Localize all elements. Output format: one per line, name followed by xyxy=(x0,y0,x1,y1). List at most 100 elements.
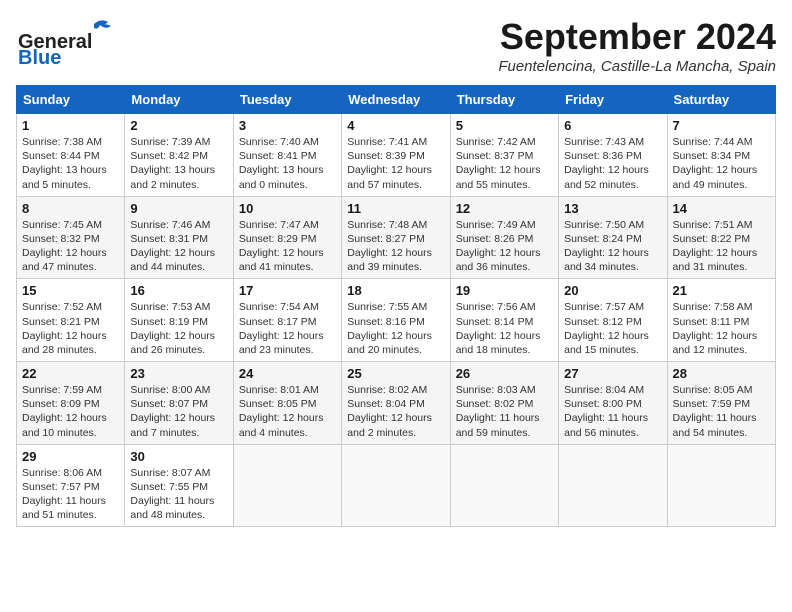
sunrise-label: Sunrise: 7:54 AM xyxy=(239,301,319,313)
calendar-cell: 15 Sunrise: 7:52 AM Sunset: 8:21 PM Dayl… xyxy=(17,279,125,362)
calendar-cell: 2 Sunrise: 7:39 AM Sunset: 8:42 PM Dayli… xyxy=(125,114,233,197)
calendar-cell: 28 Sunrise: 8:05 AM Sunset: 7:59 PM Dayl… xyxy=(667,362,775,445)
sunset-label: Sunset: 8:41 PM xyxy=(239,150,317,162)
day-number: 28 xyxy=(673,366,770,381)
day-info: Sunrise: 7:50 AM Sunset: 8:24 PM Dayligh… xyxy=(564,218,661,275)
sunrise-label: Sunrise: 8:04 AM xyxy=(564,384,644,396)
daylight-label: Daylight: 12 hours and 31 minutes. xyxy=(673,247,758,273)
calendar-cell: 18 Sunrise: 7:55 AM Sunset: 8:16 PM Dayl… xyxy=(342,279,450,362)
sunset-label: Sunset: 8:12 PM xyxy=(564,316,642,328)
day-number: 8 xyxy=(22,201,119,216)
sunrise-label: Sunrise: 7:40 AM xyxy=(239,136,319,148)
day-info: Sunrise: 7:51 AM Sunset: 8:22 PM Dayligh… xyxy=(673,218,770,275)
day-number: 24 xyxy=(239,366,336,381)
sunrise-label: Sunrise: 7:49 AM xyxy=(456,219,536,231)
day-number: 5 xyxy=(456,118,553,133)
sunrise-label: Sunrise: 7:56 AM xyxy=(456,301,536,313)
daylight-label: Daylight: 12 hours and 18 minutes. xyxy=(456,330,541,356)
calendar-table: SundayMondayTuesdayWednesdayThursdayFrid… xyxy=(16,85,776,527)
calendar-cell: 26 Sunrise: 8:03 AM Sunset: 8:02 PM Dayl… xyxy=(450,362,558,445)
sunrise-label: Sunrise: 8:00 AM xyxy=(130,384,210,396)
sunset-label: Sunset: 8:24 PM xyxy=(564,233,642,245)
sunset-label: Sunset: 8:27 PM xyxy=(347,233,425,245)
daylight-label: Daylight: 12 hours and 55 minutes. xyxy=(456,164,541,190)
sunset-label: Sunset: 8:09 PM xyxy=(22,398,100,410)
daylight-label: Daylight: 12 hours and 7 minutes. xyxy=(130,412,215,438)
day-info: Sunrise: 7:43 AM Sunset: 8:36 PM Dayligh… xyxy=(564,135,661,192)
day-number: 3 xyxy=(239,118,336,133)
logo-text: General Blue xyxy=(16,16,126,69)
sunrise-label: Sunrise: 8:07 AM xyxy=(130,467,210,479)
day-info: Sunrise: 7:49 AM Sunset: 8:26 PM Dayligh… xyxy=(456,218,553,275)
sunset-label: Sunset: 8:26 PM xyxy=(456,233,534,245)
calendar-cell xyxy=(667,444,775,527)
calendar-cell: 17 Sunrise: 7:54 AM Sunset: 8:17 PM Dayl… xyxy=(233,279,341,362)
calendar-cell: 14 Sunrise: 7:51 AM Sunset: 8:22 PM Dayl… xyxy=(667,196,775,279)
sunrise-label: Sunrise: 8:05 AM xyxy=(673,384,753,396)
calendar-week-2: 8 Sunrise: 7:45 AM Sunset: 8:32 PM Dayli… xyxy=(17,196,776,279)
day-number: 18 xyxy=(347,283,444,298)
daylight-label: Daylight: 12 hours and 36 minutes. xyxy=(456,247,541,273)
day-info: Sunrise: 7:52 AM Sunset: 8:21 PM Dayligh… xyxy=(22,300,119,357)
day-number: 9 xyxy=(130,201,227,216)
calendar-week-1: 1 Sunrise: 7:38 AM Sunset: 8:44 PM Dayli… xyxy=(17,114,776,197)
sunset-label: Sunset: 8:04 PM xyxy=(347,398,425,410)
logo-svg: General Blue xyxy=(16,16,126,64)
day-number: 20 xyxy=(564,283,661,298)
daylight-label: Daylight: 12 hours and 26 minutes. xyxy=(130,330,215,356)
calendar-cell: 11 Sunrise: 7:48 AM Sunset: 8:27 PM Dayl… xyxy=(342,196,450,279)
daylight-label: Daylight: 12 hours and 34 minutes. xyxy=(564,247,649,273)
daylight-label: Daylight: 12 hours and 57 minutes. xyxy=(347,164,432,190)
day-info: Sunrise: 8:03 AM Sunset: 8:02 PM Dayligh… xyxy=(456,383,553,440)
sunset-label: Sunset: 8:29 PM xyxy=(239,233,317,245)
calendar-cell: 7 Sunrise: 7:44 AM Sunset: 8:34 PM Dayli… xyxy=(667,114,775,197)
calendar-cell: 13 Sunrise: 7:50 AM Sunset: 8:24 PM Dayl… xyxy=(559,196,667,279)
sunset-label: Sunset: 8:37 PM xyxy=(456,150,534,162)
sunset-label: Sunset: 8:19 PM xyxy=(130,316,208,328)
weekday-header-tuesday: Tuesday xyxy=(233,86,341,114)
daylight-label: Daylight: 11 hours and 51 minutes. xyxy=(22,495,106,521)
day-info: Sunrise: 7:44 AM Sunset: 8:34 PM Dayligh… xyxy=(673,135,770,192)
daylight-label: Daylight: 13 hours and 2 minutes. xyxy=(130,164,215,190)
day-number: 17 xyxy=(239,283,336,298)
day-info: Sunrise: 7:48 AM Sunset: 8:27 PM Dayligh… xyxy=(347,218,444,275)
day-info: Sunrise: 7:57 AM Sunset: 8:12 PM Dayligh… xyxy=(564,300,661,357)
day-info: Sunrise: 7:38 AM Sunset: 8:44 PM Dayligh… xyxy=(22,135,119,192)
daylight-label: Daylight: 12 hours and 20 minutes. xyxy=(347,330,432,356)
day-info: Sunrise: 7:46 AM Sunset: 8:31 PM Dayligh… xyxy=(130,218,227,275)
sunset-label: Sunset: 8:21 PM xyxy=(22,316,100,328)
calendar-cell: 1 Sunrise: 7:38 AM Sunset: 8:44 PM Dayli… xyxy=(17,114,125,197)
day-info: Sunrise: 7:53 AM Sunset: 8:19 PM Dayligh… xyxy=(130,300,227,357)
calendar-cell: 23 Sunrise: 8:00 AM Sunset: 8:07 PM Dayl… xyxy=(125,362,233,445)
sunset-label: Sunset: 8:34 PM xyxy=(673,150,751,162)
sunrise-label: Sunrise: 8:02 AM xyxy=(347,384,427,396)
daylight-label: Daylight: 11 hours and 59 minutes. xyxy=(456,412,540,438)
daylight-label: Daylight: 12 hours and 28 minutes. xyxy=(22,330,107,356)
daylight-label: Daylight: 12 hours and 39 minutes. xyxy=(347,247,432,273)
svg-text:Blue: Blue xyxy=(18,47,61,64)
day-number: 23 xyxy=(130,366,227,381)
calendar-cell: 9 Sunrise: 7:46 AM Sunset: 8:31 PM Dayli… xyxy=(125,196,233,279)
day-number: 30 xyxy=(130,449,227,464)
sunset-label: Sunset: 7:55 PM xyxy=(130,481,208,493)
day-number: 14 xyxy=(673,201,770,216)
day-number: 15 xyxy=(22,283,119,298)
calendar-cell: 22 Sunrise: 7:59 AM Sunset: 8:09 PM Dayl… xyxy=(17,362,125,445)
calendar-cell: 20 Sunrise: 7:57 AM Sunset: 8:12 PM Dayl… xyxy=(559,279,667,362)
sunrise-label: Sunrise: 7:57 AM xyxy=(564,301,644,313)
daylight-label: Daylight: 11 hours and 54 minutes. xyxy=(673,412,757,438)
sunrise-label: Sunrise: 7:45 AM xyxy=(22,219,102,231)
sunrise-label: Sunrise: 7:39 AM xyxy=(130,136,210,148)
day-info: Sunrise: 8:05 AM Sunset: 7:59 PM Dayligh… xyxy=(673,383,770,440)
calendar-cell: 3 Sunrise: 7:40 AM Sunset: 8:41 PM Dayli… xyxy=(233,114,341,197)
day-number: 22 xyxy=(22,366,119,381)
calendar-week-3: 15 Sunrise: 7:52 AM Sunset: 8:21 PM Dayl… xyxy=(17,279,776,362)
calendar-cell: 21 Sunrise: 7:58 AM Sunset: 8:11 PM Dayl… xyxy=(667,279,775,362)
day-number: 2 xyxy=(130,118,227,133)
day-number: 13 xyxy=(564,201,661,216)
sunset-label: Sunset: 8:00 PM xyxy=(564,398,642,410)
day-info: Sunrise: 7:47 AM Sunset: 8:29 PM Dayligh… xyxy=(239,218,336,275)
day-info: Sunrise: 8:01 AM Sunset: 8:05 PM Dayligh… xyxy=(239,383,336,440)
day-info: Sunrise: 7:56 AM Sunset: 8:14 PM Dayligh… xyxy=(456,300,553,357)
day-info: Sunrise: 7:59 AM Sunset: 8:09 PM Dayligh… xyxy=(22,383,119,440)
